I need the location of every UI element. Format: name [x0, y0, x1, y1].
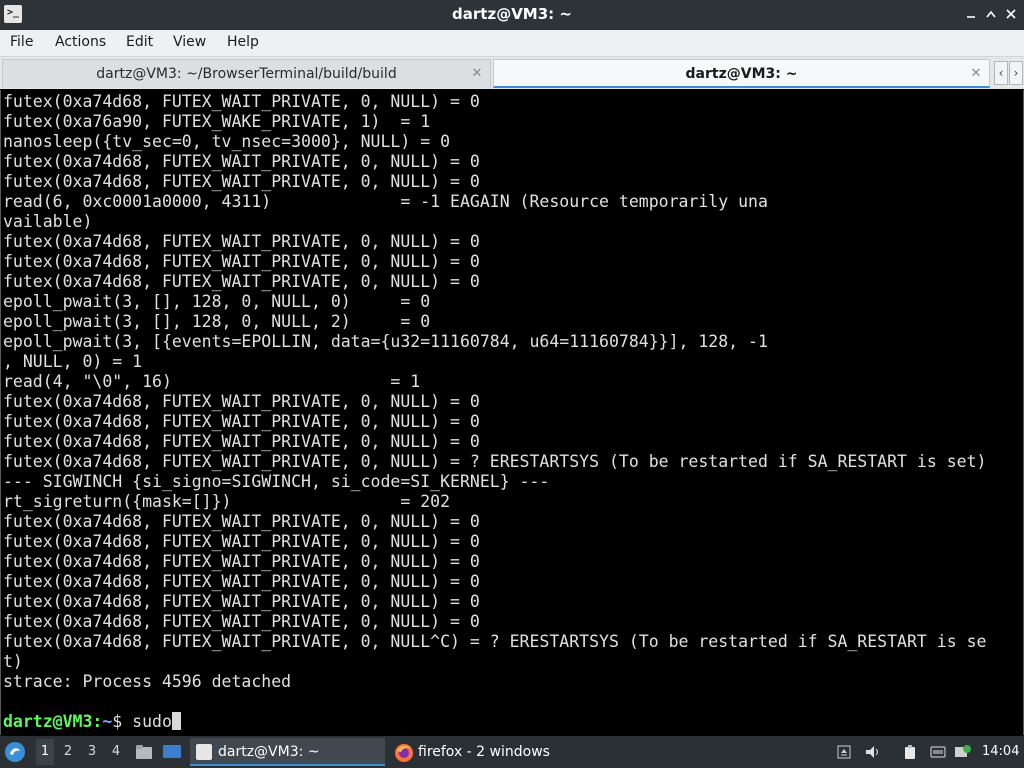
chevron-left-icon: ‹ — [998, 66, 1004, 80]
terminal-line: --- SIGWINCH {si_signo=SIGWINCH, si_code… — [3, 472, 550, 491]
workspace-2[interactable]: 2 — [60, 744, 76, 759]
terminal-icon — [196, 744, 212, 760]
prompt-path: ~ — [102, 712, 113, 731]
terminal-line: futex(0xa74d68, FUTEX_WAIT_PRIVATE, 0, N… — [3, 632, 987, 651]
terminal-line: strace: Process 4596 detached — [3, 672, 292, 691]
network-button[interactable] — [930, 744, 946, 760]
terminal-line: futex(0xa74d68, FUTEX_WAIT_PRIVATE, 0, N… — [3, 252, 480, 271]
terminal-line: futex(0xa74d68, FUTEX_WAIT_PRIVATE, 0, N… — [3, 232, 480, 251]
task-terminal[interactable]: dartz@VM3: ~ — [190, 738, 385, 766]
terminal-line: rt_sigreturn({mask=[]}) = 202 — [3, 492, 451, 511]
clipboard-button[interactable] — [902, 744, 918, 760]
close-button[interactable] — [1002, 5, 1020, 23]
menu-edit[interactable]: Edit — [126, 34, 153, 50]
prompt-separator: : — [92, 712, 103, 731]
terminal-line: t) — [3, 652, 23, 671]
workspace-1[interactable]: 1 — [36, 739, 54, 765]
maximize-button[interactable] — [982, 5, 1000, 23]
terminal-line: futex(0xa74d68, FUTEX_WAIT_PRIVATE, 0, N… — [3, 572, 480, 591]
workspace-3[interactable]: 3 — [84, 744, 100, 759]
tab-home[interactable]: dartz@VM3: ~ ✕ — [493, 59, 990, 88]
tab-bar: dartz@VM3: ~/BrowserTerminal/build/build… — [0, 57, 1024, 89]
terminal-line: futex(0xa74d68, FUTEX_WAIT_PRIVATE, 0, N… — [3, 592, 480, 611]
maximize-icon — [986, 10, 996, 18]
file-manager-button[interactable] — [135, 743, 153, 761]
network-icon — [930, 746, 946, 758]
close-icon — [1006, 9, 1016, 19]
prompt-symbol: $ — [112, 712, 133, 731]
terminal-line: futex(0xa74d68, FUTEX_WAIT_PRIVATE, 0, N… — [3, 552, 480, 571]
text-cursor — [171, 712, 181, 730]
terminal-line: futex(0xa74d68, FUTEX_WAIT_PRIVATE, 0, N… — [3, 512, 480, 531]
folder-icon — [136, 745, 152, 759]
terminal-line: futex(0xa74d68, FUTEX_WAIT_PRIVATE, 0, N… — [3, 452, 987, 471]
clock[interactable]: 14:04 — [982, 744, 1019, 759]
terminal-line: vailable) — [3, 212, 93, 231]
terminal-line: futex(0xa74d68, FUTEX_WAIT_PRIVATE, 0, N… — [3, 272, 480, 291]
tab-scroll-left-button[interactable]: ‹ — [994, 61, 1008, 85]
tab-label: dartz@VM3: ~/BrowserTerminal/build/build — [96, 66, 397, 82]
window-title: dartz@VM3: ~ — [452, 5, 572, 23]
terminal-line: futex(0xa74d68, FUTEX_WAIT_PRIVATE, 0, N… — [3, 92, 480, 111]
tab-browserterminal-build[interactable]: dartz@VM3: ~/BrowserTerminal/build/build… — [2, 59, 491, 88]
desktop-screen: >_ dartz@VM3: ~ File Actions Edit View H… — [0, 0, 1024, 768]
terminal-line: futex(0xa74d68, FUTEX_WAIT_PRIVATE, 0, N… — [3, 392, 480, 411]
menu-view[interactable]: View — [173, 34, 206, 50]
clipboard-icon — [905, 745, 915, 759]
lxqt-menu-icon — [5, 742, 25, 762]
tab-close-icon[interactable]: ✕ — [469, 60, 485, 88]
show-desktop-button[interactable] — [162, 743, 182, 761]
terminal-line: epoll_pwait(3, [], 128, 0, NULL, 0) = 0 — [3, 292, 431, 311]
tab-label: dartz@VM3: ~ — [685, 66, 798, 82]
tab-close-icon[interactable]: ✕ — [968, 60, 984, 88]
volume-icon — [866, 746, 878, 758]
terminal-line: futex(0xa74d68, FUTEX_WAIT_PRIVATE, 0, N… — [3, 412, 480, 431]
workspace-4[interactable]: 4 — [108, 744, 124, 759]
taskbar: 1 2 3 4 dartz@VM3: ~ firefox - 2 windows… — [0, 736, 1024, 768]
terminal-line: futex(0xa74d68, FUTEX_WAIT_PRIVATE, 0, N… — [3, 532, 480, 551]
terminal-line: nanosleep({tv_sec=0, tv_nsec=3000}, NULL… — [3, 132, 451, 151]
terminal-line: futex(0xa74d68, FUTEX_WAIT_PRIVATE, 0, N… — [3, 432, 480, 451]
menu-file[interactable]: File — [10, 34, 33, 50]
terminal-line: read(4, "\0", 16) = 1 — [3, 372, 421, 391]
terminal-line: futex(0xa74d68, FUTEX_WAIT_PRIVATE, 0, N… — [3, 172, 480, 191]
terminal-line: epoll_pwait(3, [], 128, 0, NULL, 2) = 0 — [3, 312, 431, 331]
menu-help[interactable]: Help — [227, 34, 259, 50]
window-titlebar[interactable]: >_ dartz@VM3: ~ — [0, 0, 1024, 30]
terminal-line: , NULL, 0) = 1 — [3, 352, 143, 371]
minimize-button[interactable] — [962, 5, 980, 23]
terminal-output[interactable]: futex(0xa74d68, FUTEX_WAIT_PRIVATE, 0, N… — [0, 90, 1024, 735]
terminal-line: epoll_pwait(3, [{events=EPOLLIN, data={u… — [3, 332, 768, 351]
terminal-line: read(6, 0xc0001a0000, 4311) = -1 EAGAIN … — [3, 192, 768, 211]
task-label: firefox - 2 windows — [418, 744, 550, 760]
firefox-icon — [395, 744, 413, 762]
tab-scroll-right-button[interactable]: › — [1009, 61, 1023, 85]
start-menu-button[interactable] — [4, 741, 26, 763]
task-label: dartz@VM3: ~ — [218, 744, 320, 760]
terminal-lines: futex(0xa74d68, FUTEX_WAIT_PRIVATE, 0, N… — [3, 92, 986, 732]
prompt-line[interactable]: dartz@VM3:~$ sudo — [3, 712, 986, 732]
menu-bar: File Actions Edit View Help — [0, 30, 1024, 57]
terminal-line: futex(0xa76a90, FUTEX_WAKE_PRIVATE, 1) =… — [3, 112, 431, 131]
task-firefox[interactable]: firefox - 2 windows — [390, 738, 590, 766]
terminal-line: futex(0xa74d68, FUTEX_WAIT_PRIVATE, 0, N… — [3, 612, 480, 631]
chevron-right-icon: › — [1013, 66, 1019, 80]
eject-icon — [837, 745, 851, 759]
updates-button[interactable] — [954, 744, 971, 760]
update-notifier-icon — [955, 745, 971, 757]
tray-item-button[interactable] — [836, 744, 852, 760]
minimize-icon — [967, 16, 975, 18]
command-input[interactable]: sudo — [132, 712, 172, 731]
desktop-icon — [163, 745, 181, 758]
menu-actions[interactable]: Actions — [55, 34, 106, 50]
terminal-line: futex(0xa74d68, FUTEX_WAIT_PRIVATE, 0, N… — [3, 152, 480, 171]
prompt-user-host: dartz@VM3 — [3, 712, 93, 731]
volume-button[interactable] — [864, 744, 880, 760]
